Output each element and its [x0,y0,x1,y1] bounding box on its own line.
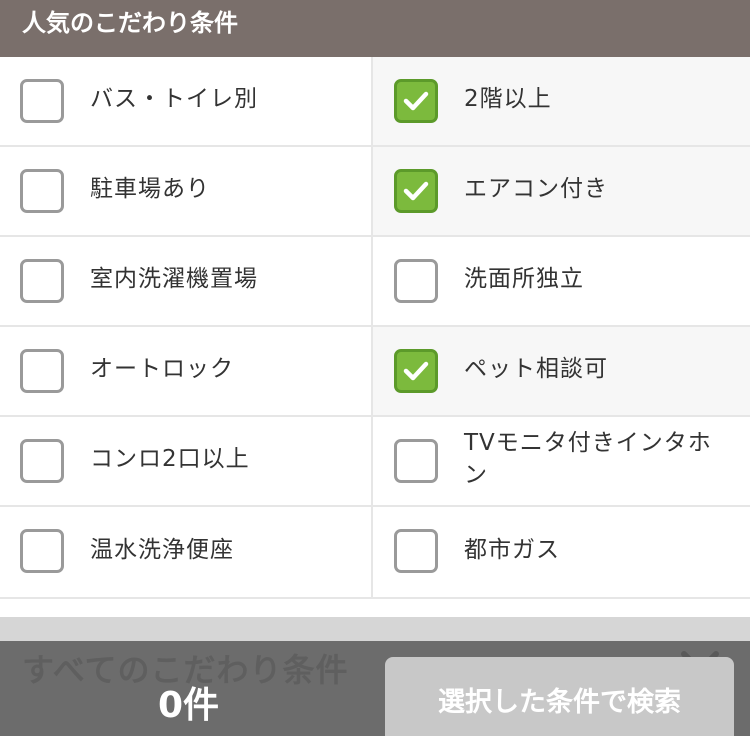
condition-option[interactable]: バス・トイレ別 [0,57,373,145]
checkbox[interactable] [20,349,64,393]
result-count: 0件 [157,685,220,726]
condition-row: オートロック ペット相談可 [0,327,750,417]
search-with-selected-conditions-button[interactable]: 選択した条件で検索 [385,657,734,736]
checkmark-icon [403,91,429,111]
checkmark-icon [403,181,429,201]
condition-label: コンロ2口以上 [90,446,250,472]
condition-option[interactable]: コンロ2口以上 [0,417,373,505]
condition-label: バス・トイレ別 [90,86,258,112]
condition-option[interactable]: TVモニタ付きインタホン [373,417,750,505]
condition-row: コンロ2口以上 TVモニタ付きインタホン [0,417,750,507]
checkbox[interactable] [394,169,438,213]
checkbox[interactable] [394,439,438,483]
condition-option[interactable]: 都市ガス [373,507,750,597]
condition-label: 温水洗浄便座 [90,537,234,563]
conditions-panel: 人気のこだわり条件 バス・トイレ別 2階以上 駐車場あり エアコン付き 室内洗濯… [0,0,750,736]
condition-option[interactable]: オートロック [0,327,373,415]
condition-grid: バス・トイレ別 2階以上 駐車場あり エアコン付き 室内洗濯機置場 洗面所独立 … [0,57,750,599]
checkbox[interactable] [20,259,64,303]
divider-strip [0,617,750,641]
condition-label: 2階以上 [464,86,552,112]
condition-option[interactable]: エアコン付き [373,147,750,235]
condition-option[interactable]: 2階以上 [373,57,750,145]
condition-row: バス・トイレ別 2階以上 [0,57,750,147]
condition-option[interactable]: 室内洗濯機置場 [0,237,373,325]
checkbox[interactable] [20,439,64,483]
condition-label: 都市ガス [464,537,560,563]
condition-label: 室内洗濯機置場 [90,266,258,292]
checkbox[interactable] [394,349,438,393]
checkbox[interactable] [394,529,438,573]
checkbox[interactable] [394,79,438,123]
condition-option[interactable]: 洗面所独立 [373,237,750,325]
checkbox[interactable] [20,529,64,573]
condition-label: エアコン付き [464,176,608,202]
checkbox[interactable] [394,259,438,303]
condition-option[interactable]: 温水洗浄便座 [0,507,373,597]
condition-row: 温水洗浄便座 都市ガス [0,507,750,597]
checkbox[interactable] [20,79,64,123]
condition-label: TVモニタ付きインタホン [464,430,712,488]
condition-option[interactable]: 駐車場あり [0,147,373,235]
checkmark-icon [403,361,429,381]
condition-option[interactable]: ペット相談可 [373,327,750,415]
condition-label: オートロック [90,356,234,382]
condition-label: 洗面所独立 [464,266,584,292]
checkbox[interactable] [20,169,64,213]
condition-label: 駐車場あり [90,176,210,202]
condition-label: ペット相談可 [464,356,608,382]
condition-row: 駐車場あり エアコン付き [0,147,750,237]
popular-conditions-header: 人気のこだわり条件 [0,0,750,57]
section-title: 人気のこだわり条件 [22,9,238,37]
condition-row: 室内洗濯機置場 洗面所独立 [0,237,750,327]
